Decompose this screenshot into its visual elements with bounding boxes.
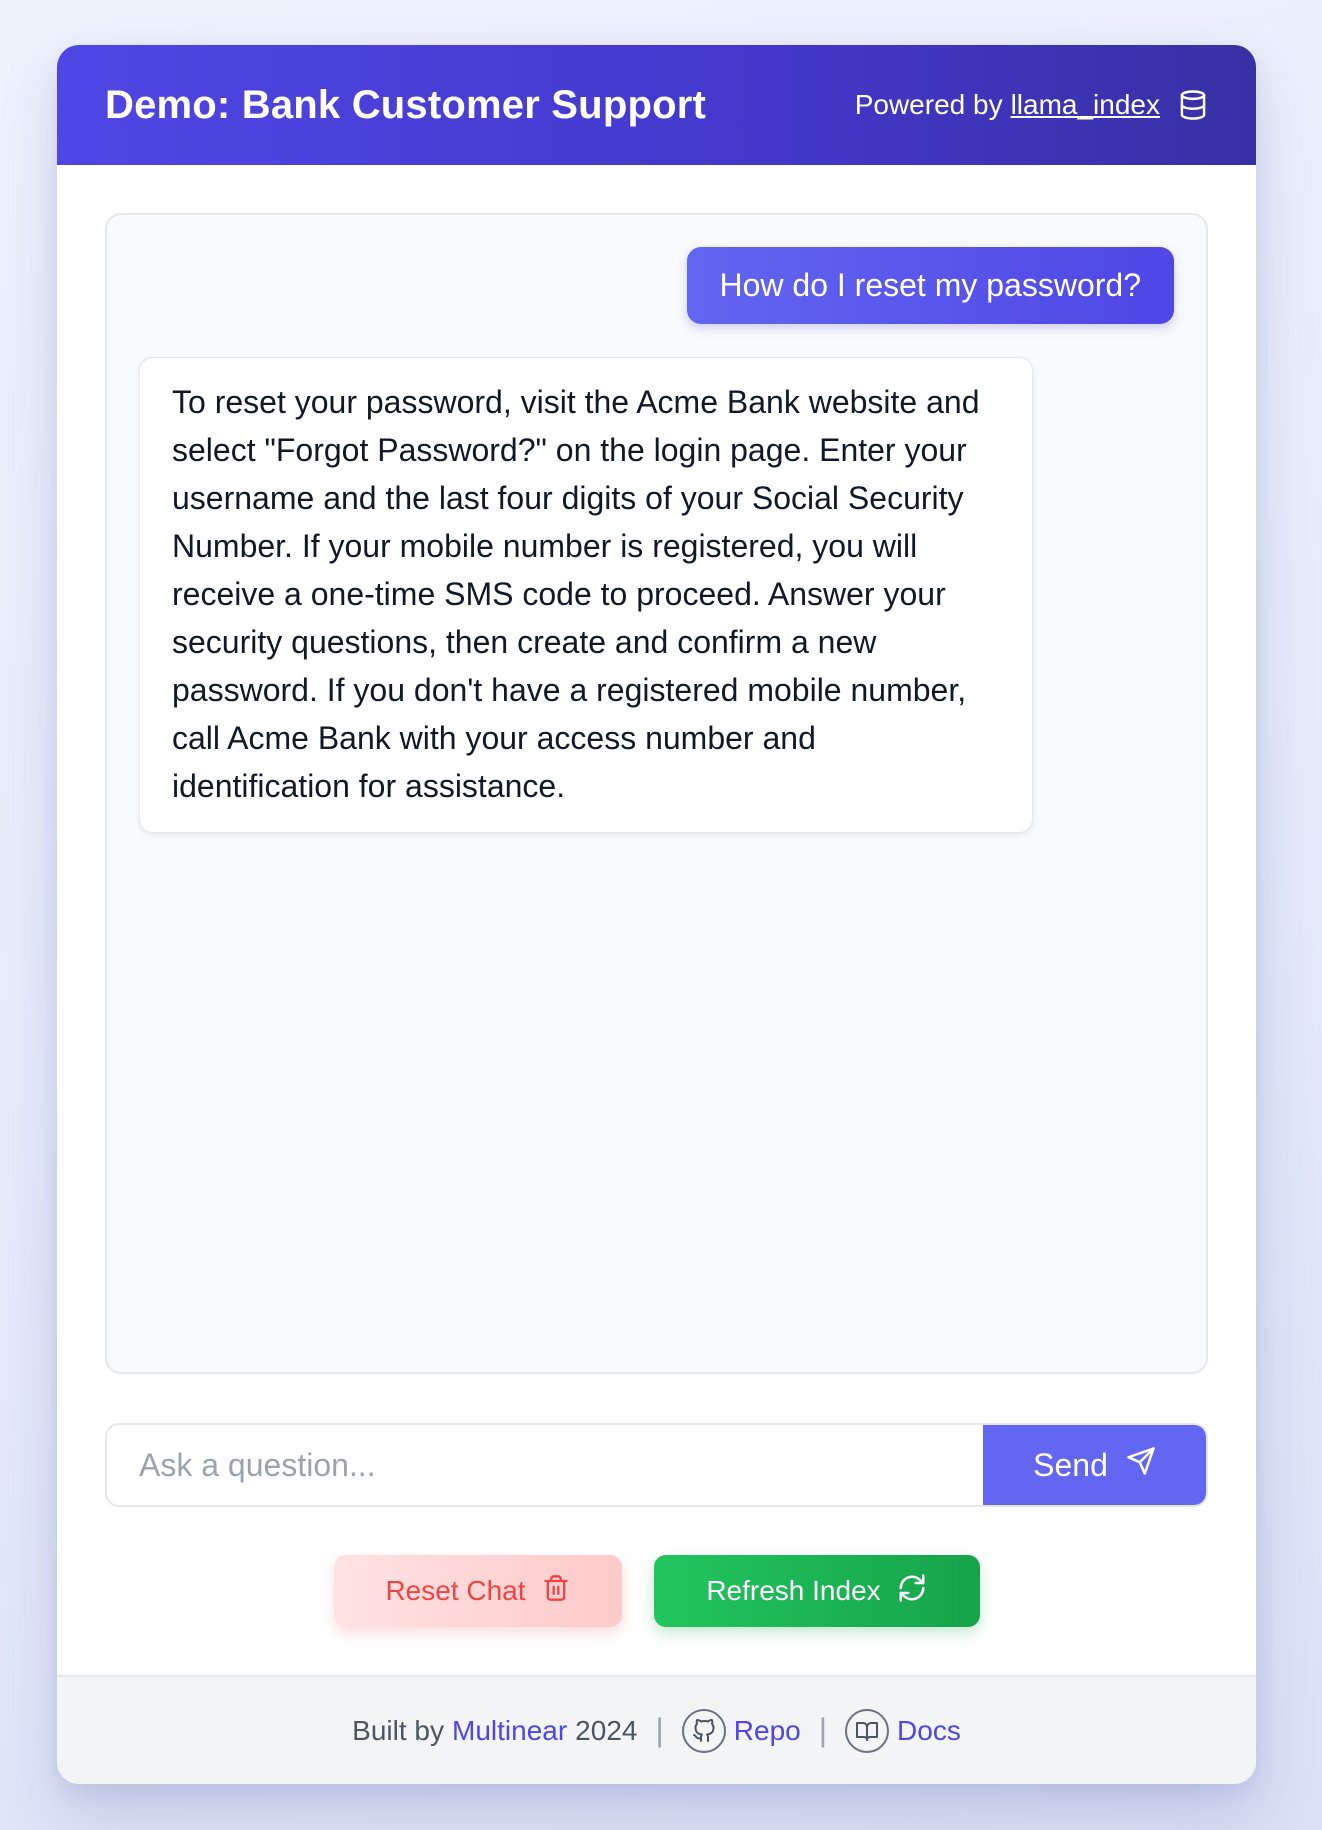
action-buttons: Reset Chat Refresh Index: [57, 1555, 1256, 1627]
separator: |: [818, 1712, 828, 1748]
send-button[interactable]: Send: [983, 1425, 1206, 1505]
chat-area[interactable]: How do I reset my password? To reset you…: [105, 213, 1208, 1374]
repo-link[interactable]: Repo: [681, 1708, 801, 1753]
refresh-icon: [897, 1573, 927, 1610]
database-icon: [1178, 89, 1208, 121]
question-input[interactable]: [107, 1425, 983, 1505]
app-card: Demo: Bank Customer Support Powered by l…: [57, 45, 1256, 1784]
assistant-message: To reset your password, visit the Acme B…: [139, 357, 1033, 833]
powered-by-label: Powered by: [854, 89, 1003, 120]
llama-index-link[interactable]: llama_index: [1011, 89, 1160, 121]
page-title: Demo: Bank Customer Support: [105, 82, 707, 127]
send-label: Send: [1033, 1446, 1108, 1483]
github-icon: [681, 1708, 726, 1753]
separator: |: [655, 1712, 664, 1748]
send-icon: [1126, 1446, 1156, 1484]
trash-icon: [542, 1573, 570, 1610]
refresh-index-label: Refresh Index: [706, 1575, 881, 1606]
user-message-row: How do I reset my password?: [139, 247, 1174, 324]
reset-chat-button[interactable]: Reset Chat: [333, 1555, 622, 1627]
year-label: 2024: [575, 1714, 638, 1746]
docs-link[interactable]: Docs: [845, 1708, 961, 1753]
built-by-label: Built by: [352, 1714, 444, 1746]
header: Demo: Bank Customer Support Powered by l…: [57, 45, 1256, 165]
powered-by: Powered by llama_index: [855, 89, 1208, 121]
reset-chat-label: Reset Chat: [385, 1575, 526, 1606]
user-message: How do I reset my password?: [686, 247, 1174, 324]
footer: Built by Multinear 2024 | Repo | Docs: [57, 1675, 1256, 1784]
repo-label: Repo: [733, 1714, 801, 1746]
docs-label: Docs: [897, 1714, 961, 1746]
question-form: Send: [105, 1423, 1208, 1507]
book-icon: [845, 1708, 890, 1753]
refresh-index-button[interactable]: Refresh Index: [653, 1555, 980, 1627]
multinear-link[interactable]: Multinear: [452, 1715, 567, 1747]
